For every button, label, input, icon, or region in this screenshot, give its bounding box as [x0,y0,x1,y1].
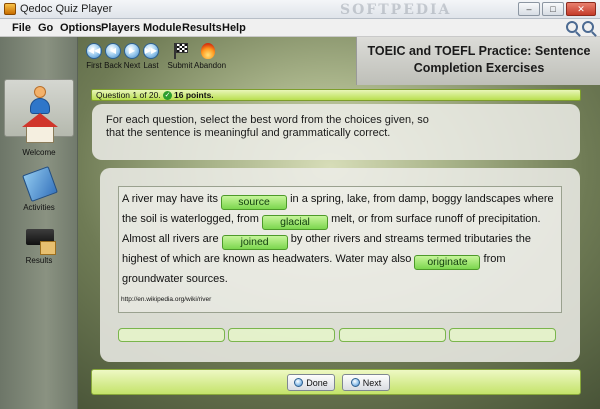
sidebar-item-label: Results [25,256,53,265]
choice-slot[interactable] [339,328,446,342]
instructions-text: For each question, select the best word … [106,114,429,139]
sidebar-item-activities[interactable]: Activities [4,166,74,220]
passage-text: A river may have its source in a spring,… [122,190,559,289]
books-icon [22,166,58,202]
title-bar: Qedoc Quiz Player SOFTPEDIA – □ ✕ [0,0,600,19]
watermark: SOFTPEDIA [340,2,452,18]
submit-button[interactable]: Submit [166,43,194,70]
menu-go[interactable]: Go [38,22,53,34]
bottom-bar: Done Next [91,369,581,395]
next-button[interactable]: Next [342,374,390,391]
submit-label: Submit [167,61,193,70]
answer-slot[interactable]: joined [221,235,288,250]
sidebar-item-welcome[interactable]: Welcome [4,113,74,165]
last-label: Last [143,61,159,70]
source-link[interactable]: http://en.wikipedia.org/wiki/river [121,296,211,303]
window-title: Qedoc Quiz Player [20,3,113,15]
sidebar: Guest Welcome Activities Results [0,37,78,409]
graduation-cap-icon [26,229,56,255]
question-status-bar: Question 1 of 20. ✓ 16 points. [91,89,581,101]
passage-segment: A river may have its [122,193,218,205]
minimize-button[interactable]: – [518,2,540,16]
abandon-button[interactable]: Abandon [194,43,227,70]
checkered-flag-icon [173,43,188,59]
menu-results[interactable]: Results [182,22,222,34]
abandon-label: Abandon [194,61,227,70]
menu-help[interactable]: Help [222,22,246,34]
user-avatar-icon [29,86,51,116]
instructions-panel: For each question, select the best word … [92,104,580,160]
zoom-out-icon[interactable] [582,21,594,33]
done-icon [294,378,304,387]
fire-icon [201,43,215,59]
choice-slot[interactable] [449,328,556,342]
menu-file[interactable]: File [12,22,31,34]
done-button[interactable]: Done [287,374,335,391]
module-title: TOEIC and TOEFL Practice: Sentence Compl… [367,44,591,75]
module-title-panel: TOEIC and TOEFL Practice: Sentence Compl… [356,37,600,85]
answer-slot[interactable]: glacial [262,215,329,230]
sidebar-item-label: Activities [23,203,55,212]
last-icon: ▶▶ [143,43,159,59]
menu-options[interactable]: Options [60,22,102,34]
menu-bar: File Go Options Players Module Results H… [0,19,600,37]
sidebar-item-label: Welcome [22,148,56,157]
answer-slot[interactable]: originate [414,255,481,270]
passage-panel: A river may have its source in a spring,… [100,168,580,362]
last-button[interactable]: ▶▶ Last [137,43,165,70]
choice-slot[interactable] [118,328,225,342]
next-arrow-icon [350,378,360,387]
passage-box: A river may have its source in a spring,… [118,186,562,313]
maximize-button[interactable]: □ [542,2,564,16]
answer-slot[interactable]: source [221,195,288,210]
app-icon [4,3,16,15]
house-icon [26,125,54,143]
zoom-in-icon[interactable] [566,21,578,33]
sidebar-item-results[interactable]: Results [4,223,74,273]
close-button[interactable]: ✕ [566,2,596,16]
menu-players[interactable]: Players [101,22,140,34]
house-roof [22,113,58,127]
menu-module[interactable]: Module [143,22,182,34]
choice-slot[interactable] [228,328,335,342]
next-button-label: Next [362,377,382,388]
points-value: 16 points. [174,90,214,100]
question-counter: Question 1 of 20. [96,90,161,100]
check-icon: ✓ [163,91,172,100]
done-label: Done [306,377,328,388]
